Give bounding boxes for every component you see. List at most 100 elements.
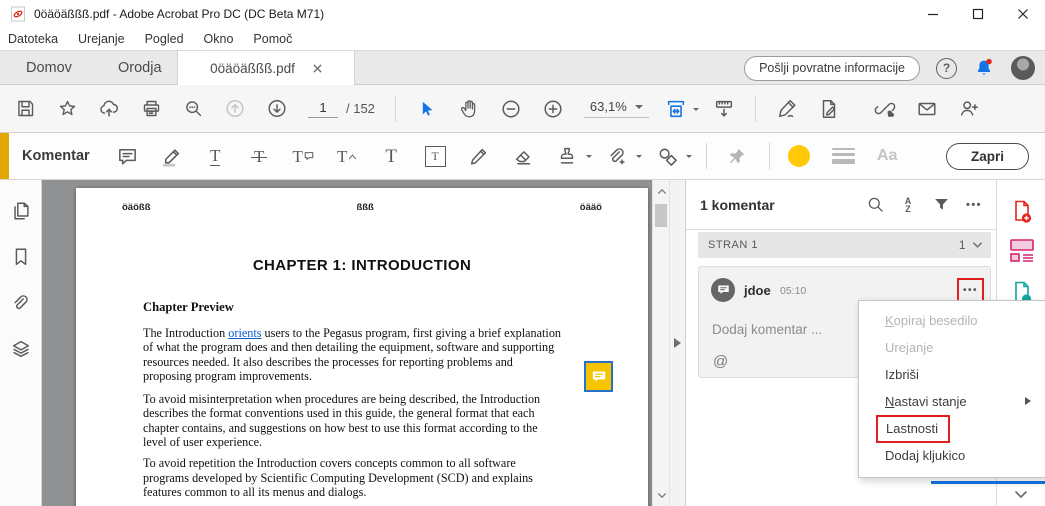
- share-person-icon[interactable]: [958, 97, 980, 121]
- previous-page-icon: [224, 97, 246, 121]
- document-scrollbar[interactable]: [652, 180, 669, 506]
- comment-time: 05:10: [780, 285, 806, 297]
- sticky-note-annotation[interactable]: [584, 361, 613, 392]
- share-link-icon[interactable]: [874, 97, 896, 121]
- menu-item-label: Urejanje: [885, 340, 933, 355]
- scroll-up-icon[interactable]: [653, 183, 670, 199]
- line-thickness-icon[interactable]: [832, 143, 855, 169]
- menu-item-properties[interactable]: Lastnosti: [859, 415, 1045, 442]
- notifications-bell-icon[interactable]: [973, 57, 995, 79]
- help-icon[interactable]: ?: [936, 58, 957, 79]
- maximize-button[interactable]: [955, 0, 1000, 28]
- save-icon[interactable]: [14, 97, 36, 121]
- eraser-tool-icon[interactable]: [512, 143, 535, 169]
- section-heading: Chapter Preview: [143, 300, 648, 315]
- tab-document-label: 0öäöäßßß.pdf: [210, 61, 295, 76]
- minimize-button[interactable]: [910, 0, 955, 28]
- chevron-down-icon[interactable]: [693, 108, 699, 114]
- menu-item-edit: Urejanje: [859, 334, 1045, 361]
- paragraph: The Introduction orients users to the Pe…: [143, 326, 563, 383]
- hand-tool-icon[interactable]: [458, 97, 480, 121]
- underline-text-tool-icon[interactable]: T: [204, 143, 227, 169]
- paragraph-text: The Introduction: [143, 326, 228, 340]
- mention-icon[interactable]: @: [713, 353, 728, 370]
- tab-close-icon[interactable]: [313, 64, 322, 73]
- scroll-down-icon[interactable]: [653, 487, 670, 503]
- orients-link[interactable]: orients: [228, 326, 261, 340]
- measure-tool-icon[interactable]: [713, 97, 735, 121]
- search-icon[interactable]: [182, 97, 204, 121]
- panel-options-icon[interactable]: •••: [964, 199, 984, 211]
- tab-tools[interactable]: Orodja: [118, 51, 162, 85]
- stamp-tool-icon[interactable]: [556, 143, 579, 169]
- acrobat-app-icon: [10, 6, 26, 22]
- text-box-tool-icon[interactable]: T: [424, 143, 447, 169]
- chevron-down-icon[interactable]: [586, 155, 592, 161]
- select-tool-icon[interactable]: [416, 97, 438, 121]
- commentbar-divider: [706, 143, 707, 169]
- color-picker-icon[interactable]: [788, 143, 811, 169]
- star-icon[interactable]: [56, 97, 78, 121]
- chevron-down-icon[interactable]: [972, 241, 983, 249]
- fill-sign-pen-icon[interactable]: [776, 97, 798, 121]
- attachments-icon[interactable]: [10, 292, 32, 314]
- close-button[interactable]: [1000, 0, 1045, 28]
- toolbar-divider: [755, 96, 756, 122]
- replace-text-tool-icon[interactable]: T: [292, 143, 315, 169]
- create-pdf-icon[interactable]: [1009, 199, 1035, 225]
- sticky-note-tool-icon[interactable]: [116, 143, 139, 169]
- chevron-down-icon[interactable]: [636, 155, 642, 161]
- add-comment-placeholder[interactable]: Dodaj komentar ...: [712, 322, 822, 337]
- cloud-upload-icon[interactable]: [98, 97, 120, 121]
- comment-author-avatar: [711, 278, 735, 302]
- bookmarks-icon[interactable]: [10, 246, 32, 268]
- add-text-comment-tool-icon[interactable]: T: [380, 143, 403, 169]
- page-number-input[interactable]: 1: [308, 100, 338, 118]
- panel-collapse-strip[interactable]: [669, 180, 685, 506]
- page-thumbnails-icon[interactable]: [10, 200, 32, 222]
- menu-okno[interactable]: Okno: [194, 32, 244, 46]
- tab-strip: Domov Orodja 0öäöäßßß.pdf Pošlji povratn…: [0, 50, 1045, 85]
- menubar: Datoteka Urejanje Pogled Okno Pomoč: [0, 28, 1045, 50]
- chevron-down-icon[interactable]: [686, 155, 692, 161]
- organize-pages-icon[interactable]: [1009, 237, 1035, 263]
- zoom-in-icon[interactable]: [542, 97, 564, 121]
- page-header-left: öäößß: [122, 202, 151, 213]
- zoom-level-select[interactable]: 63,1%: [584, 99, 649, 118]
- close-comment-mode-button[interactable]: Zapri: [946, 143, 1029, 170]
- menu-urejanje[interactable]: Urejanje: [68, 32, 135, 46]
- email-icon[interactable]: [916, 97, 938, 121]
- menu-item-delete[interactable]: Izbriši: [859, 361, 1045, 388]
- menu-item-add-checkmark[interactable]: Dodaj kljukico: [859, 442, 1045, 469]
- menu-pogled[interactable]: Pogled: [135, 32, 194, 46]
- insert-text-tool-icon[interactable]: T: [336, 143, 359, 169]
- expand-tools-chevron-icon[interactable]: [1008, 486, 1034, 502]
- menu-item-set-status[interactable]: Nastavi stanje: [859, 388, 1045, 415]
- drawing-shapes-tool-icon[interactable]: [656, 143, 679, 169]
- page-section-header[interactable]: STRAN 1 1: [698, 232, 991, 258]
- edit-pdf-icon[interactable]: [818, 97, 840, 121]
- sort-comments-icon[interactable]: AZ: [898, 197, 918, 213]
- highlight-tool-icon[interactable]: [160, 143, 183, 169]
- layers-icon[interactable]: [10, 338, 32, 360]
- draw-pencil-tool-icon[interactable]: [468, 143, 491, 169]
- tab-document[interactable]: 0öäöäßßß.pdf: [177, 51, 355, 85]
- menu-item-label: Izbriši: [885, 367, 919, 382]
- fit-width-icon[interactable]: [665, 97, 687, 121]
- avatar[interactable]: [1011, 56, 1035, 80]
- menu-pomoc[interactable]: Pomoč: [243, 32, 302, 46]
- tab-home[interactable]: Domov: [26, 51, 72, 85]
- comment-options-icon[interactable]: •••: [963, 285, 978, 296]
- comment-toolbar-title: Komentar: [22, 148, 90, 164]
- pin-keep-tool-icon: [725, 143, 748, 169]
- menu-datoteka[interactable]: Datoteka: [0, 32, 68, 46]
- search-comments-icon[interactable]: [865, 195, 885, 214]
- filter-comments-icon[interactable]: [931, 195, 951, 214]
- send-feedback-button[interactable]: Pošlji povratne informacije: [744, 56, 920, 81]
- scrollbar-thumb[interactable]: [655, 204, 667, 227]
- zoom-out-icon[interactable]: [500, 97, 522, 121]
- strikethrough-text-tool-icon[interactable]: T: [248, 143, 271, 169]
- attach-file-tool-icon[interactable]: [606, 143, 629, 169]
- print-icon[interactable]: [140, 97, 162, 121]
- next-page-icon[interactable]: [266, 97, 288, 121]
